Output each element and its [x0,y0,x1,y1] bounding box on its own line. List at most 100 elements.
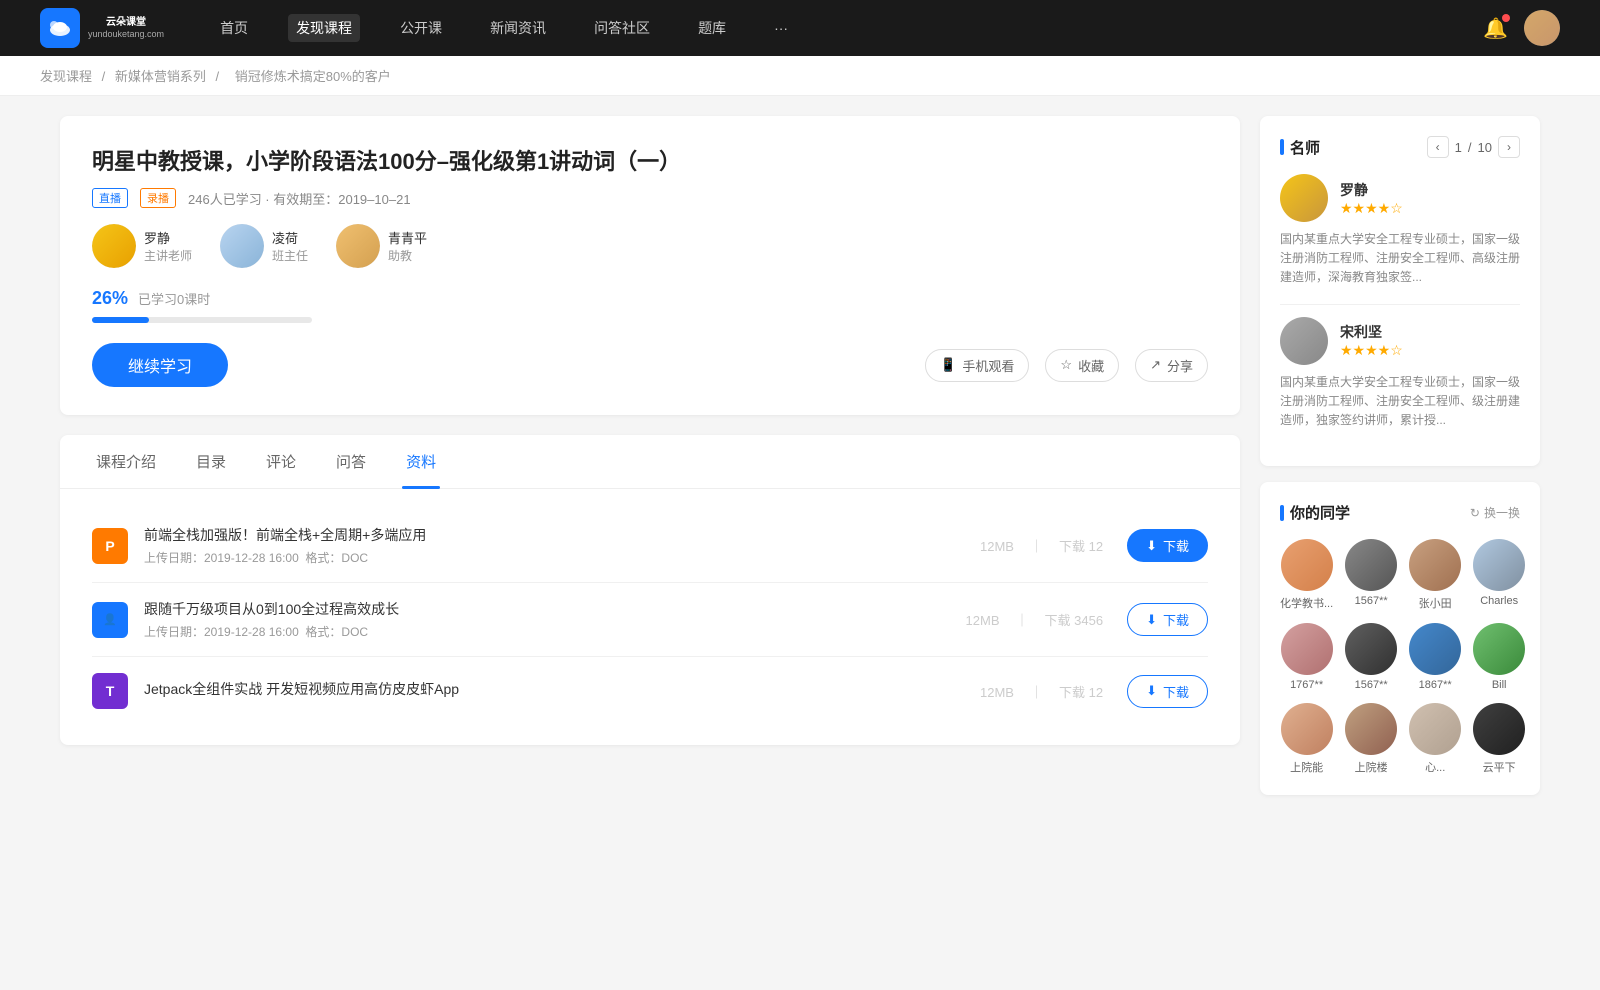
teacher-prev-button[interactable]: ‹ [1427,136,1449,158]
nav-discover[interactable]: 发现课程 [288,14,360,42]
classmate-2-avatar [1409,539,1461,591]
classmate-4[interactable]: 1767** [1280,623,1333,691]
nav-qa[interactable]: 问答社区 [586,14,658,42]
switch-label: 换一换 [1484,504,1520,521]
classmate-7-avatar [1473,623,1525,675]
teacher-1: 凌荷 班主任 [220,224,308,268]
download-button-0[interactable]: ⬇ 下载 [1127,529,1208,562]
res-title-1: 跟随千万级项目从0到100全过程高效成长 [144,599,942,619]
teacher-entry-1-desc: 国内某重点大学安全工程专业硕士，国家一级注册消防工程师、注册安全工程师、级注册建… [1280,373,1520,431]
classmate-8[interactable]: 上院能 [1280,703,1333,775]
classmate-1[interactable]: 1567** [1345,539,1397,611]
teacher-1-info: 凌荷 班主任 [272,228,308,264]
teacher-2-name: 青青平 [388,228,427,247]
classmate-10[interactable]: 心... [1409,703,1461,775]
teacher-2-role: 助教 [388,247,427,264]
nav-home[interactable]: 首页 [212,14,256,42]
teacher-entry-1-avatar [1280,317,1328,365]
course-actions: 继续学习 📱 手机观看 ☆ 收藏 ↗ 分享 [92,343,1208,387]
teacher-entry-1: 宋利坚 ★★★★☆ 国内某重点大学安全工程专业硕士，国家一级注册消防工程师、注册… [1280,317,1520,431]
classmate-9[interactable]: 上院楼 [1345,703,1397,775]
tab-review[interactable]: 评论 [262,435,300,488]
right-sidebar: 名师 ‹ 1 / 10 › 罗静 ★★★★☆ 国内某重点 [1260,116,1540,811]
progress-bar-bg [92,317,312,323]
classmate-4-name: 1767** [1290,679,1323,691]
collect-button[interactable]: ☆ 收藏 [1045,349,1119,382]
teacher-entry-0-info: 罗静 ★★★★☆ [1340,180,1403,217]
teachers-list: 罗静 主讲老师 凌荷 班主任 [92,224,1208,268]
nav-quiz[interactable]: 题库 [690,14,734,42]
tab-qa[interactable]: 问答 [332,435,370,488]
classmate-5[interactable]: 1567** [1345,623,1397,691]
teacher-entry-1-info: 宋利坚 ★★★★☆ [1340,322,1403,359]
classmate-10-avatar [1409,703,1461,755]
teacher-0-name: 罗静 [144,228,192,247]
continue-study-button[interactable]: 继续学习 [92,343,228,387]
switch-classmates-button[interactable]: ↻ 换一换 [1470,504,1520,521]
progress-section: 26% 已学习0课时 [92,288,1208,323]
nav-news[interactable]: 新闻资讯 [482,14,554,42]
teacher-entry-0-name: 罗静 [1340,180,1403,200]
main-content: 明星中教授课，小学阶段语法100分–强化级第1讲动词（一） 直播 录播 246人… [60,116,1240,811]
notification-bell[interactable]: 🔔 [1483,16,1508,41]
nav-more[interactable]: ··· [766,16,796,40]
nav-public[interactable]: 公开课 [392,14,450,42]
classmate-2-name: 张小田 [1419,595,1452,611]
teacher-entry-1-stars: ★★★★☆ [1340,342,1403,359]
breadcrumb-series[interactable]: 新媒体营销系列 [115,69,206,84]
refresh-icon: ↻ [1470,506,1480,520]
logo[interactable]: 云朵课堂 yundouketang.com [40,8,164,48]
famous-teachers-title: 名师 [1280,137,1320,158]
classmate-11[interactable]: 云平下 [1473,703,1525,775]
teacher-2: 青青平 助教 [336,224,427,268]
res-icon-2: T [92,673,128,709]
teacher-next-button[interactable]: › [1498,136,1520,158]
breadcrumb-discover[interactable]: 发现课程 [40,69,92,84]
teacher-0-info: 罗静 主讲老师 [144,228,192,264]
teacher-0: 罗静 主讲老师 [92,224,192,268]
classmate-1-name: 1567** [1355,595,1388,607]
tab-catalog[interactable]: 目录 [192,435,230,488]
classmate-2[interactable]: 张小田 [1409,539,1461,611]
course-title: 明星中教授课，小学阶段语法100分–强化级第1讲动词（一） [92,144,1208,176]
tab-materials[interactable]: 资料 [402,435,440,488]
progress-pct: 26% [92,288,128,309]
tabs-content: P 前端全栈加强版！前端全栈+全周期+多端应用 上传日期：2019-12-28 … [60,489,1240,745]
tabs-section: 课程介绍 目录 评论 问答 资料 P 前端全栈加强版！前端全栈+全周期+多端应用… [60,435,1240,745]
classmate-0-avatar [1281,539,1333,591]
download-button-1[interactable]: ⬇ 下载 [1127,603,1208,636]
tabs-header: 课程介绍 目录 评论 问答 资料 [60,435,1240,489]
teacher-2-info: 青青平 助教 [388,228,427,264]
user-avatar-nav[interactable] [1524,10,1560,46]
mobile-view-button[interactable]: 📱 手机观看 [925,349,1029,382]
badge-live: 直播 [92,188,128,208]
progress-label: 26% 已学习0课时 [92,288,1208,309]
classmate-9-name: 上院楼 [1355,759,1388,775]
classmate-8-name: 上院能 [1290,759,1323,775]
tab-intro[interactable]: 课程介绍 [92,435,160,488]
teacher-page-total: 10 [1478,140,1492,155]
classmate-1-avatar [1345,539,1397,591]
classmate-11-avatar [1473,703,1525,755]
classmate-0-name: 化学教书... [1280,595,1333,611]
classmate-6[interactable]: 1867** [1409,623,1461,691]
download-icon-2: ⬇ [1146,683,1157,699]
resource-item-1: 👤 跟随千万级项目从0到100全过程高效成长 上传日期：2019-12-28 1… [92,583,1208,657]
classmate-7[interactable]: Bill [1473,623,1525,691]
download-label-1: 下载 [1163,610,1189,629]
classmate-3[interactable]: Charles [1473,539,1525,611]
classmate-3-avatar [1473,539,1525,591]
res-info-2: Jetpack全组件实战 开发短视频应用高仿皮皮虾App [144,679,956,703]
teacher-1-avatar [220,224,264,268]
download-button-2[interactable]: ⬇ 下载 [1127,675,1208,708]
download-label-2: 下载 [1163,682,1189,701]
classmate-0[interactable]: 化学教书... [1280,539,1333,611]
classmate-4-avatar [1281,623,1333,675]
teacher-1-role: 班主任 [272,247,308,264]
classmate-7-name: Bill [1492,679,1507,691]
classmate-8-avatar [1281,703,1333,755]
famous-teachers-card: 名师 ‹ 1 / 10 › 罗静 ★★★★☆ 国内某重点 [1260,116,1540,466]
share-button[interactable]: ↗ 分享 [1135,349,1208,382]
teacher-2-avatar [336,224,380,268]
progress-bar-fill [92,317,149,323]
